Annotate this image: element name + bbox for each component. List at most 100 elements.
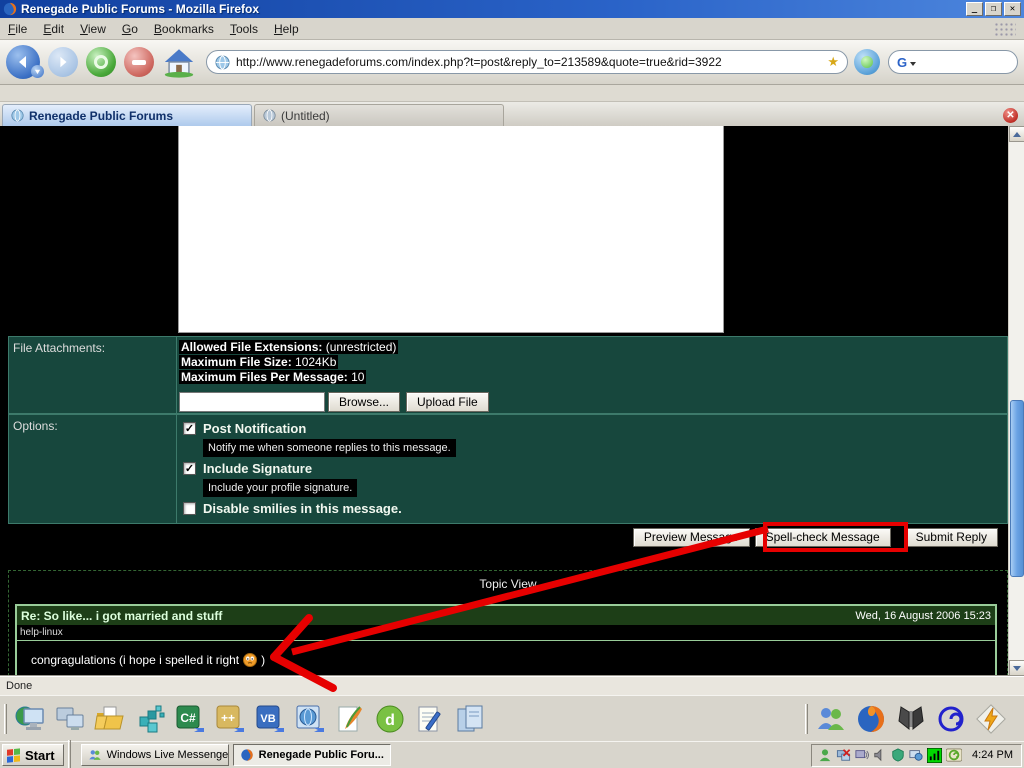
blue-notepads-icon[interactable] <box>453 702 487 736</box>
menu-file[interactable]: File <box>0 19 35 39</box>
upload-file-button[interactable]: Upload File <box>406 392 489 412</box>
menu-edit[interactable]: Edit <box>35 19 72 39</box>
menu-help[interactable]: Help <box>266 19 307 39</box>
scroll-down-button[interactable] <box>1009 660 1024 676</box>
reload-button[interactable] <box>86 47 116 77</box>
home-button[interactable] <box>162 46 196 78</box>
back-icon <box>15 54 31 70</box>
vertical-scrollbar[interactable] <box>1008 126 1024 676</box>
firefox-icon <box>240 748 254 762</box>
reload-icon <box>94 55 108 69</box>
url-bar[interactable]: http://www.renegadeforums.com/index.php?… <box>206 50 848 74</box>
menu-view[interactable]: View <box>72 19 114 39</box>
taskbar-clock[interactable]: 4:24 PM <box>972 749 1013 761</box>
tab-renegade-forums[interactable]: Renegade Public Forums <box>2 104 252 126</box>
messenger-people-icon[interactable] <box>814 702 848 736</box>
blue-swirl-icon[interactable] <box>934 702 968 736</box>
disable-smilies-label: Disable smilies in this message. <box>203 501 402 516</box>
dark-armor-icon[interactable] <box>894 702 928 736</box>
taskbar-grip[interactable] <box>68 740 71 768</box>
stop-button[interactable] <box>124 47 154 77</box>
tab-close-icon[interactable]: ✕ <box>1003 108 1018 123</box>
toolbar-grip[interactable] <box>4 704 7 734</box>
feather-page-icon[interactable] <box>333 702 367 736</box>
tray-network-x-icon[interactable] <box>836 748 851 762</box>
forward-button[interactable] <box>48 47 78 77</box>
green-d-icon[interactable]: d <box>373 702 407 736</box>
tray-person-icon[interactable] <box>818 748 832 762</box>
menu-bookmarks[interactable]: Bookmarks <box>146 19 222 39</box>
include-signature-checkbox[interactable]: ✓ <box>183 462 196 475</box>
browser-viewport: File Attachments: Allowed File Extension… <box>0 126 1024 676</box>
bookmark-star-icon[interactable]: ★ <box>827 54 839 70</box>
tray-audio-box-icon[interactable] <box>946 748 962 762</box>
minimize-button[interactable]: _ <box>966 2 983 16</box>
messenger-people-icon <box>88 748 102 762</box>
options-row: Options: ✓ Post Notification Notify me w… <box>8 414 1008 524</box>
window-title: Renegade Public Forums - Mozilla Firefox <box>21 2 964 16</box>
open-folder-icon[interactable] <box>93 702 127 736</box>
url-input[interactable]: http://www.renegadeforums.com/index.php?… <box>236 55 823 69</box>
tab-bar: Renegade Public Forums (Untitled) ✕ <box>0 102 1024 126</box>
submit-reply-button[interactable]: Submit Reply <box>905 528 998 547</box>
task-renegade-forums[interactable]: Renegade Public Foru... <box>233 744 391 766</box>
tray-monitor-globe-icon[interactable] <box>909 748 923 762</box>
firefox-icon[interactable] <box>854 702 888 736</box>
status-text: Done <box>0 680 32 692</box>
home-icon <box>162 46 196 78</box>
quick-launch-toolbar: C# ++ VB d <box>0 695 1024 741</box>
visual-cpp-icon[interactable]: ++ <box>213 702 247 736</box>
search-engine-dropdown-icon[interactable] <box>910 62 916 66</box>
visual-csharp-icon[interactable]: C# <box>173 702 207 736</box>
search-input[interactable]: G <box>888 50 1018 74</box>
scroll-down-icon <box>1013 666 1021 671</box>
tab-untitled[interactable]: (Untitled) <box>254 104 504 126</box>
menu-go[interactable]: Go <box>114 19 146 39</box>
svg-text:VB: VB <box>260 713 275 725</box>
disable-smilies-checkbox[interactable]: ✓ <box>183 502 196 515</box>
network-computers-icon[interactable] <box>53 702 87 736</box>
scroll-up-button[interactable] <box>1009 126 1024 142</box>
tray-speaker-icon[interactable] <box>873 748 887 762</box>
file-attachments-row: File Attachments: Allowed File Extension… <box>8 336 1008 414</box>
svg-text:d: d <box>385 712 395 729</box>
navigation-toolbar: http://www.renegadeforums.com/index.php?… <box>0 40 1024 85</box>
scrollbar-thumb[interactable] <box>1010 400 1024 577</box>
file-path-input[interactable] <box>179 392 325 412</box>
post-author[interactable]: help-linux <box>17 625 995 641</box>
tray-shield-icon[interactable] <box>891 748 905 762</box>
window-titlebar: Renegade Public Forums - Mozilla Firefox… <box>0 0 1024 18</box>
post-notification-description: Notify me when someone replies to this m… <box>203 439 456 457</box>
internet-computer-icon[interactable] <box>13 702 47 736</box>
tab-globe-icon <box>263 109 276 122</box>
spellcheck-message-button[interactable]: Spell-check Message <box>755 528 891 547</box>
post-subject[interactable]: Re: So like... i got married and stuff <box>21 609 855 623</box>
tray-monitor-audio-icon[interactable] <box>855 748 869 762</box>
windows-flag-icon <box>7 748 21 762</box>
post-notification-label: Post Notification <box>203 421 306 436</box>
vs-cubes-icon[interactable] <box>133 702 167 736</box>
winamp-icon[interactable] <box>974 702 1008 736</box>
back-button[interactable] <box>6 45 40 79</box>
taskbar: Start Windows Live Messenger Renegade Pu… <box>0 741 1024 768</box>
browse-button[interactable]: Browse... <box>328 392 400 412</box>
tray-wireless-icon[interactable] <box>927 748 942 763</box>
throbber-grip <box>994 22 1016 36</box>
web-project-icon[interactable] <box>293 702 327 736</box>
post-message: congragulations (i hope i spelled it rig… <box>17 641 995 667</box>
forward-icon <box>56 55 70 69</box>
visual-basic-icon[interactable]: VB <box>253 702 287 736</box>
allowed-extensions-line: Allowed File Extensions: (unrestricted) <box>179 340 398 354</box>
post-notification-checkbox[interactable]: ✓ <box>183 422 196 435</box>
task-windows-live-messenger[interactable]: Windows Live Messenger <box>81 744 229 766</box>
restore-button[interactable]: ❐ <box>985 2 1002 16</box>
message-body-textarea[interactable] <box>178 126 724 333</box>
close-button[interactable]: ✕ <box>1004 2 1021 16</box>
notepad-pen-icon[interactable] <box>413 702 447 736</box>
back-history-dropdown[interactable] <box>31 65 44 78</box>
go-button[interactable] <box>854 49 880 75</box>
menu-tools[interactable]: Tools <box>222 19 266 39</box>
preview-message-button[interactable]: Preview Message <box>633 528 750 547</box>
toolbar-grip[interactable] <box>805 704 808 734</box>
start-button[interactable]: Start <box>2 744 64 766</box>
